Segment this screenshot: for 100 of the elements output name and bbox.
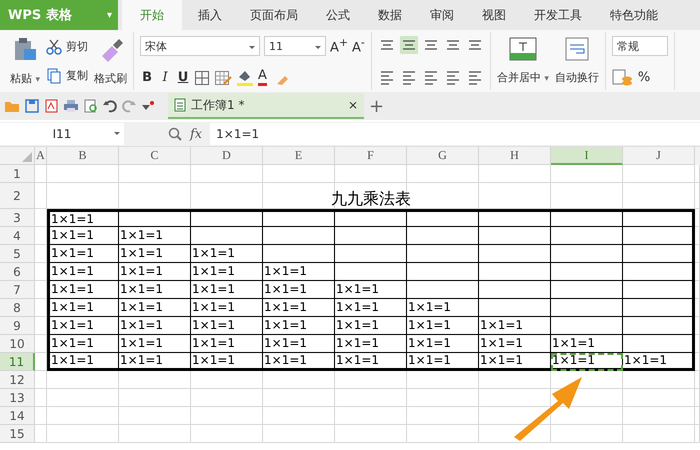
format-painter-button[interactable]: 格式刷	[94, 70, 128, 86]
paste-button[interactable]: 粘贴 ▾	[10, 70, 40, 86]
pdf-icon[interactable]	[44, 99, 58, 113]
ribbon-tab[interactable]: 开发工具	[522, 0, 594, 30]
fill-color-icon[interactable]	[236, 68, 254, 86]
grow-font-button[interactable]: A$^{+}$	[330, 36, 348, 56]
table-cell[interactable]: 1×1=1	[263, 281, 335, 299]
ribbon-tab[interactable]: 审阅	[418, 0, 466, 30]
table-cell[interactable]: 1×1=1	[551, 335, 623, 353]
table-cell[interactable]: 1×1=1	[47, 299, 119, 317]
customize-icon[interactable]	[141, 100, 155, 112]
zoom-icon[interactable]	[168, 127, 182, 141]
formula-field[interactable]: 1×1=1	[210, 123, 700, 145]
table-cell[interactable]: 1×1=1	[119, 335, 191, 353]
table-cell[interactable]: 1×1=1	[119, 245, 191, 263]
table-cell[interactable]: 1×1=1	[47, 209, 119, 227]
number-format-field[interactable]: 常规	[612, 36, 668, 56]
column-header[interactable]: G	[407, 147, 479, 165]
table-cell[interactable]: 1×1=1	[119, 281, 191, 299]
row-header[interactable]: 4	[0, 227, 35, 245]
shrink-font-button[interactable]: A$^{-}$	[352, 36, 365, 56]
table-cell[interactable]: 1×1=1	[407, 317, 479, 335]
row-header[interactable]: 2	[0, 183, 35, 209]
copy-button[interactable]: 复制	[66, 68, 88, 83]
scissors-icon[interactable]	[46, 38, 62, 54]
function-button[interactable]: fx	[190, 126, 202, 142]
font-size-field[interactable]: 11	[264, 36, 326, 56]
row-header[interactable]: 9	[0, 317, 35, 335]
table-cell[interactable]: 1×1=1	[119, 263, 191, 281]
table-cell[interactable]: 1×1=1	[191, 353, 263, 371]
underline-button[interactable]: U	[176, 70, 190, 85]
coins-icon[interactable]	[612, 68, 634, 86]
column-header[interactable]: E	[263, 147, 335, 165]
row-header[interactable]: 13	[0, 389, 35, 407]
ribbon-tab[interactable]: 特色功能	[598, 0, 670, 30]
column-header[interactable]: D	[191, 147, 263, 165]
borders-icon[interactable]	[194, 70, 210, 86]
table-cell[interactable]: 1×1=1	[407, 335, 479, 353]
table-cell[interactable]: 1×1=1	[47, 317, 119, 335]
table-cell[interactable]: 1×1=1	[263, 335, 335, 353]
table-cell[interactable]: 1×1=1	[47, 281, 119, 299]
table-cell[interactable]: 1×1=1	[263, 263, 335, 281]
table-cell[interactable]: 1×1=1	[335, 317, 407, 335]
table-cell[interactable]: 1×1=1	[191, 335, 263, 353]
ribbon-tab[interactable]: 数据	[366, 0, 414, 30]
row-header[interactable]: 6	[0, 263, 35, 281]
row-header[interactable]: 11	[0, 353, 35, 371]
table-cell[interactable]: 1×1=1	[47, 353, 119, 371]
table-cell[interactable]: 1×1=1	[479, 335, 551, 353]
close-tab-button[interactable]: ×	[348, 98, 358, 112]
undo-icon[interactable]	[103, 99, 117, 113]
merge-cells-icon[interactable]	[508, 36, 537, 61]
table-cell[interactable]: 1×1=1	[47, 263, 119, 281]
wrap-text-button[interactable]: 自动换行	[554, 70, 599, 86]
row-header[interactable]: 7	[0, 281, 35, 299]
preview-icon[interactable]	[84, 99, 98, 113]
italic-button[interactable]: I	[158, 70, 172, 85]
table-cell[interactable]: 1×1=1	[191, 299, 263, 317]
document-tab[interactable]: 工作簿1 * ×	[168, 93, 364, 119]
row-header[interactable]: 14	[0, 407, 35, 425]
table-cell[interactable]: 1×1=1	[479, 317, 551, 335]
table-cell[interactable]: 1×1=1	[119, 353, 191, 371]
column-header[interactable]: B	[47, 147, 119, 165]
ribbon-tab[interactable]: 公式	[314, 0, 362, 30]
table-cell[interactable]: 1×1=1	[479, 353, 551, 371]
wrap-text-icon[interactable]	[564, 36, 589, 61]
table-cell[interactable]: 1×1=1	[191, 317, 263, 335]
table-cell[interactable]: 1×1=1	[407, 299, 479, 317]
table-cell[interactable]: 1×1=1	[335, 353, 407, 371]
table-cell[interactable]: 1×1=1	[623, 353, 695, 371]
row-header[interactable]: 10	[0, 335, 35, 353]
clipboard-icon[interactable]	[12, 36, 38, 62]
table-cell[interactable]: 1×1=1	[191, 281, 263, 299]
sheet-title-cell[interactable]: 九九乘法表	[47, 183, 695, 209]
row-header[interactable]: 15	[0, 425, 35, 443]
column-header[interactable]: J	[623, 147, 695, 165]
column-header[interactable]: A	[35, 147, 47, 165]
percent-button[interactable]: %	[638, 70, 650, 85]
column-header[interactable]: F	[335, 147, 407, 165]
row-header[interactable]: 8	[0, 299, 35, 317]
table-cell[interactable]: 1×1=1	[119, 299, 191, 317]
copy-icon[interactable]	[46, 68, 62, 84]
row-header[interactable]: 3	[0, 209, 35, 227]
bold-button[interactable]: B	[140, 70, 154, 85]
table-cell[interactable]: 1×1=1	[263, 317, 335, 335]
column-header[interactable]: I	[551, 147, 623, 165]
table-cell[interactable]: 1×1=1	[263, 353, 335, 371]
table-cell[interactable]: 1×1=1	[335, 281, 407, 299]
merge-center-button[interactable]: 合并居中 ▾	[496, 70, 549, 86]
cut-button[interactable]: 剪切	[66, 39, 88, 54]
row-header[interactable]: 1	[0, 165, 35, 183]
print-icon[interactable]	[63, 99, 79, 113]
row-header[interactable]: 12	[0, 371, 35, 389]
align-middle-icon[interactable]	[400, 36, 418, 54]
table-style-icon[interactable]	[214, 70, 232, 86]
row-header[interactable]: 5	[0, 245, 35, 263]
table-cell[interactable]: 1×1=1	[335, 335, 407, 353]
new-tab-button[interactable]: +	[369, 96, 384, 116]
ribbon-tab[interactable]: 插入	[186, 0, 234, 30]
font-color-button[interactable]: A	[258, 69, 267, 86]
